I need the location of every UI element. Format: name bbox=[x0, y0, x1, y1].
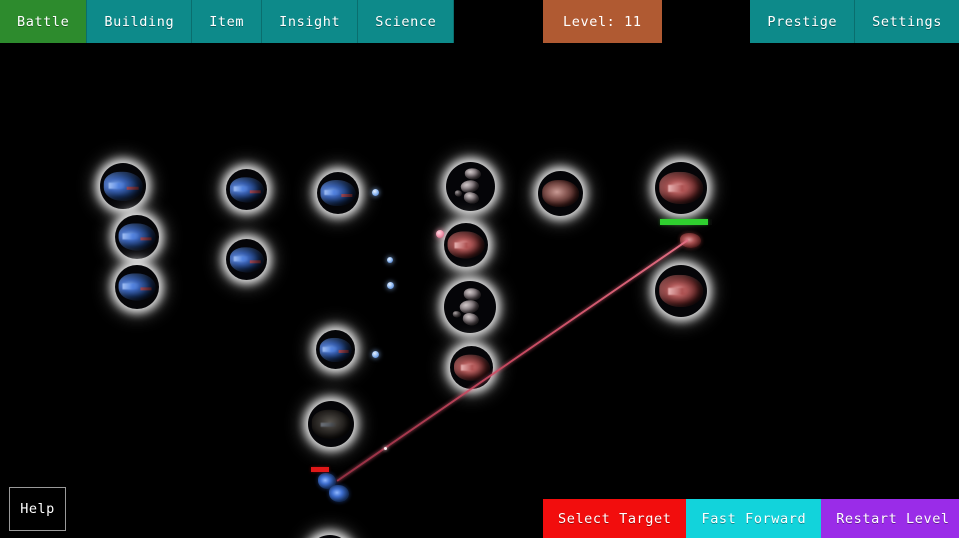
tab-item[interactable]: Item bbox=[192, 0, 263, 43]
health-bar-fill bbox=[660, 219, 709, 225]
tab-science-label: Science bbox=[375, 13, 437, 30]
enemy-ship-3[interactable] bbox=[655, 162, 707, 214]
level-indicator: Level: 11 bbox=[543, 0, 662, 43]
enemy-ship-4[interactable] bbox=[655, 265, 707, 317]
projectile-pink-1 bbox=[436, 230, 444, 238]
topbar-right-group: Prestige Settings bbox=[750, 0, 959, 43]
projectile-blue-3 bbox=[387, 282, 394, 289]
level-indicator-label: Level: 11 bbox=[563, 13, 642, 30]
topbar-spacer-right bbox=[661, 0, 751, 43]
tab-item-label: Item bbox=[209, 13, 245, 30]
tab-battle[interactable]: Battle bbox=[0, 0, 88, 43]
tab-building[interactable]: Building bbox=[87, 0, 193, 43]
enemy-rock-2[interactable] bbox=[444, 281, 496, 333]
unit-sprite bbox=[453, 354, 490, 381]
tab-science[interactable]: Science bbox=[358, 0, 455, 43]
unit-sprite bbox=[311, 409, 351, 439]
laser-beam bbox=[336, 239, 689, 482]
tab-insight-label: Insight bbox=[279, 13, 341, 30]
tab-insight[interactable]: Insight bbox=[262, 0, 359, 43]
projectile-blue-1 bbox=[372, 189, 379, 196]
tab-building-label: Building bbox=[104, 13, 175, 30]
battlefield-canvas[interactable] bbox=[0, 43, 959, 538]
restart-level-label: Restart Level bbox=[836, 510, 950, 527]
friendly-escort-2[interactable] bbox=[329, 485, 349, 502]
tab-settings-label: Settings bbox=[872, 13, 942, 30]
help-button-label: Help bbox=[20, 501, 55, 517]
game-window: Battle Building Item Insight Science Lev… bbox=[0, 0, 959, 538]
enemy-health-bar bbox=[660, 219, 712, 225]
tab-settings[interactable]: Settings bbox=[855, 0, 959, 43]
unit-sprite bbox=[118, 223, 156, 251]
select-target-label: Select Target bbox=[558, 510, 672, 527]
unit-sprite bbox=[229, 246, 264, 273]
top-navigation-bar: Battle Building Item Insight Science Lev… bbox=[0, 0, 959, 43]
laser-beam-node bbox=[384, 447, 388, 451]
friendly-ship-7[interactable] bbox=[316, 330, 355, 369]
unit-sprite bbox=[452, 287, 488, 327]
tab-prestige-label: Prestige bbox=[767, 13, 838, 30]
enemy-ship-1[interactable] bbox=[444, 223, 488, 267]
tab-prestige[interactable]: Prestige bbox=[750, 0, 856, 43]
restart-level-button[interactable]: Restart Level bbox=[821, 499, 959, 538]
unit-sprite bbox=[229, 176, 264, 203]
unit-sprite bbox=[659, 274, 703, 308]
topbar-spacer-left bbox=[454, 0, 544, 43]
ship-body bbox=[329, 485, 349, 502]
unit-sprite bbox=[447, 231, 485, 259]
friendly-ship-6[interactable] bbox=[317, 172, 359, 214]
enemy-rock-1[interactable] bbox=[446, 162, 495, 211]
enemy-ship-2[interactable] bbox=[450, 346, 493, 389]
friendly-ship-4[interactable] bbox=[226, 169, 267, 210]
health-bar-fill bbox=[311, 467, 329, 472]
fast-forward-label: Fast Forward bbox=[701, 510, 807, 527]
select-target-button[interactable]: Select Target bbox=[543, 499, 687, 538]
unit-sprite bbox=[320, 179, 356, 207]
friendly-ship-5[interactable] bbox=[226, 239, 267, 280]
friendly-ship-3[interactable] bbox=[115, 265, 159, 309]
friendly-ship-2[interactable] bbox=[115, 215, 159, 259]
unit-sprite bbox=[659, 171, 703, 205]
enemy-wreck-1[interactable] bbox=[538, 171, 583, 216]
fast-forward-button[interactable]: Fast Forward bbox=[686, 499, 822, 538]
unit-sprite bbox=[319, 337, 352, 362]
projectile-blue-2 bbox=[387, 257, 393, 263]
friendly-hulk-1[interactable] bbox=[308, 401, 354, 447]
unit-sprite bbox=[541, 179, 580, 208]
action-button-bar: Select Target Fast Forward Restart Level… bbox=[543, 499, 959, 538]
unit-sprite bbox=[453, 168, 487, 205]
unit-sprite bbox=[118, 273, 156, 301]
friendly-ship-1[interactable] bbox=[100, 163, 146, 209]
help-button[interactable]: Help bbox=[9, 487, 66, 531]
friendly-health-bar bbox=[311, 467, 329, 472]
projectile-blue-4 bbox=[372, 351, 379, 358]
tab-battle-label: Battle bbox=[17, 13, 70, 30]
unit-sprite bbox=[103, 171, 143, 201]
